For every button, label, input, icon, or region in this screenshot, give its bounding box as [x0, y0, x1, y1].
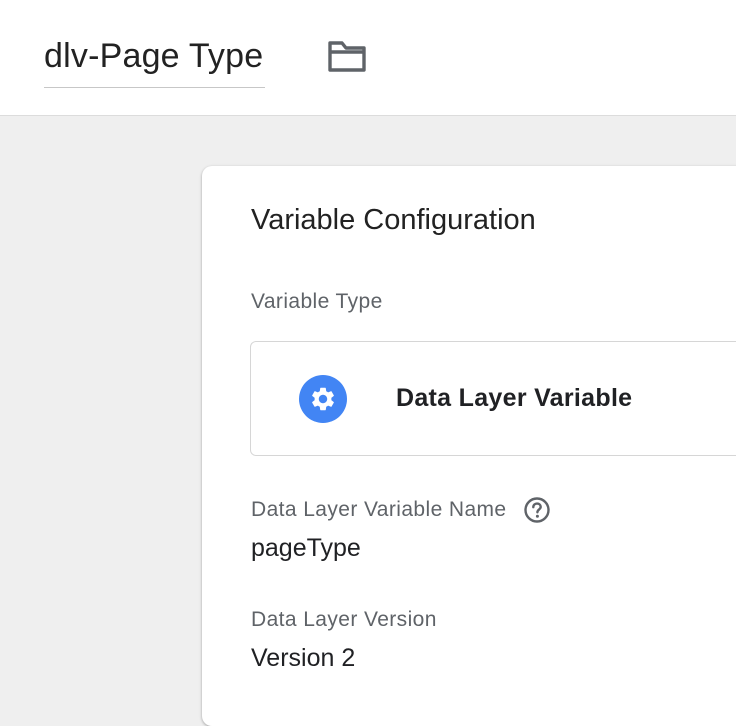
folder-button[interactable] [323, 36, 371, 76]
dl-version-value: Version 2 [251, 644, 356, 672]
gear-icon [299, 375, 347, 423]
variable-name-field[interactable]: dlv-Page Type [44, 30, 266, 88]
help-circle-icon[interactable] [523, 496, 551, 524]
variable-name-text[interactable]: dlv-Page Type [44, 30, 263, 82]
dl-variable-name-label: Data Layer Variable Name [251, 498, 507, 521]
variable-type-label: Variable Type [251, 290, 383, 313]
variable-configuration-card: Variable Configuration Variable Type Dat… [202, 166, 736, 726]
dl-version-label: Data Layer Version [251, 608, 437, 631]
folder-icon [328, 41, 366, 72]
variable-type-name: Data Layer Variable [396, 384, 633, 412]
card-title: Variable Configuration [251, 204, 536, 236]
dl-variable-name-value: pageType [251, 534, 361, 562]
variable-type-selector[interactable]: Data Layer Variable [250, 341, 736, 456]
page-header: dlv-Page Type [0, 0, 736, 116]
dl-variable-name-label-row: Data Layer Variable Name [251, 496, 551, 524]
